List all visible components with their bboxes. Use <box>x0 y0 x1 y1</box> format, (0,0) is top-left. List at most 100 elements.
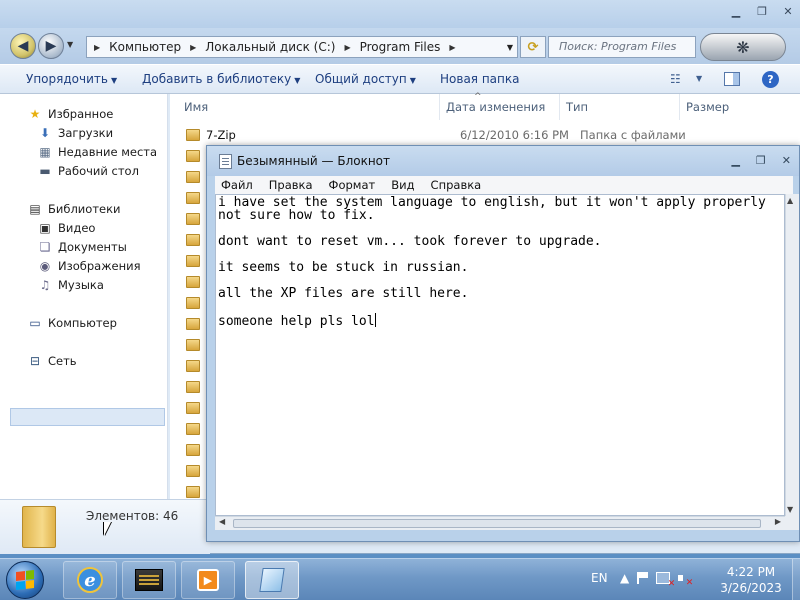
file-row[interactable] <box>186 463 200 479</box>
share-button[interactable]: Общий доступ ▼ <box>315 72 416 86</box>
menu-view[interactable]: Вид <box>391 178 414 192</box>
file-row[interactable] <box>186 190 200 206</box>
file-row[interactable] <box>186 358 200 374</box>
file-row[interactable] <box>186 379 200 395</box>
close-button[interactable]: ✕ <box>782 154 791 167</box>
help-icon[interactable]: ? <box>762 71 779 88</box>
refresh-button[interactable]: ⟳ <box>520 36 546 58</box>
folder-icon <box>186 318 200 330</box>
view-icon[interactable]: ☷ <box>670 72 681 86</box>
show-hidden-icons-icon[interactable]: ▲ <box>620 571 629 585</box>
add-to-library-button[interactable]: Добавить в библиотеку ▼ <box>142 72 300 86</box>
nav-desktop[interactable]: ▬ Рабочий стол <box>38 162 139 180</box>
show-desktop-button[interactable] <box>792 559 800 600</box>
notepad-text-area[interactable]: i have set the system language to englis… <box>215 194 785 516</box>
nav-computer[interactable]: ▭ Компьютер <box>28 314 117 332</box>
address-dropdown-icon[interactable]: ▼ <box>507 43 513 52</box>
menu-edit[interactable]: Правка <box>269 178 313 192</box>
scroll-up-icon[interactable]: ▲ <box>787 196 793 205</box>
nav-video[interactable]: ▣ Видео <box>38 219 95 237</box>
scroll-left-icon[interactable]: ◀ <box>219 517 225 526</box>
command-bar: Упорядочить ▼ Добавить в библиотеку ▼ Общи… <box>0 64 800 94</box>
breadcrumb-item[interactable]: Program Files <box>360 40 441 54</box>
breadcrumb-item[interactable]: Компьютер <box>109 40 181 54</box>
maximize-button[interactable]: ❐ <box>756 154 766 167</box>
clock-time: 4:22 PM <box>726 565 776 579</box>
menu-format[interactable]: Формат <box>329 178 376 192</box>
forward-button[interactable]: ▶ <box>38 33 64 59</box>
menu-help[interactable]: Справка <box>431 178 482 192</box>
file-row[interactable] <box>186 148 200 164</box>
file-row[interactable] <box>186 253 200 269</box>
share-label: Общий доступ <box>315 72 407 86</box>
column-header-size[interactable]: Размер <box>680 94 760 120</box>
notepad-titlebar[interactable]: Безымянный — Блокнот ▁ ❐ ✕ <box>207 146 799 176</box>
scroll-right-icon[interactable]: ▶ <box>775 517 781 526</box>
organize-button[interactable]: Упорядочить ▼ <box>26 72 117 86</box>
minimize-button[interactable]: ▁ <box>731 154 739 167</box>
file-row[interactable] <box>186 400 200 416</box>
column-header-type[interactable]: Тип <box>560 94 680 120</box>
volume-muted-icon[interactable] <box>678 572 693 588</box>
vertical-scrollbar[interactable]: ▲ ▼ <box>785 194 799 516</box>
minimize-button[interactable]: ▁ <box>730 6 742 18</box>
menu-file[interactable]: Файл <box>221 178 253 192</box>
nav-favorites[interactable]: ★ Избранное <box>28 105 114 123</box>
file-row[interactable] <box>186 442 200 458</box>
view-dropdown-icon[interactable]: ▼ <box>696 74 702 83</box>
close-button[interactable]: ✕ <box>782 6 794 18</box>
text-line: dont want to reset vm... took forever to… <box>218 234 602 249</box>
taskbar-internet-explorer[interactable]: e <box>63 561 117 599</box>
breadcrumb-item[interactable]: Локальный диск (C:) <box>205 40 335 54</box>
nav-documents[interactable]: ❏ Документы <box>38 238 127 256</box>
recent-pages-dropdown[interactable]: ▼ <box>67 40 73 49</box>
add-to-library-label: Добавить в библиотеку <box>142 72 292 86</box>
horizontal-scroll-thumb[interactable] <box>233 519 761 528</box>
horizontal-scrollbar[interactable]: ◀ ▶ <box>215 516 785 530</box>
breadcrumb-chevron-icon[interactable]: ▶ <box>449 43 455 52</box>
file-row[interactable] <box>186 421 200 437</box>
file-row[interactable] <box>186 232 200 248</box>
taskbar-notepad[interactable] <box>245 561 299 599</box>
nav-recent-label: Недавние места <box>58 145 158 159</box>
file-row[interactable] <box>186 484 200 500</box>
file-row[interactable] <box>186 274 200 290</box>
taskbar-explorer[interactable] <box>122 561 176 599</box>
nav-music[interactable]: ♫ Музыка <box>38 276 104 294</box>
scroll-down-icon[interactable]: ▼ <box>787 505 793 514</box>
nav-recent-places[interactable]: ▦ Недавние места <box>38 143 157 161</box>
back-button[interactable]: ◀ <box>10 33 36 59</box>
start-button[interactable] <box>6 561 44 599</box>
mouse-cursor-icon <box>104 522 111 536</box>
network-icon: ⊟ <box>29 353 41 368</box>
nav-downloads[interactable]: ⬇ Загрузки <box>38 124 113 142</box>
file-row[interactable]: 7-Zip 6/12/2010 6:16 PM Папка с файлами <box>186 127 786 143</box>
nav-pictures[interactable]: ◉ Изображения <box>38 257 141 275</box>
chevron-down-icon: ▼ <box>409 76 416 85</box>
preview-pane-icon[interactable] <box>724 72 740 86</box>
selected-highlight <box>10 408 165 426</box>
video-icon: ▣ <box>39 220 51 235</box>
nav-network[interactable]: ⊟ Сеть <box>28 352 77 370</box>
item-count: Элементов: 46 <box>86 509 179 523</box>
network-error-icon[interactable] <box>656 572 675 589</box>
breadcrumb-chevron-icon[interactable]: ▶ <box>344 43 350 52</box>
nav-libraries[interactable]: ▤ Библиотеки <box>28 200 120 218</box>
file-row[interactable] <box>186 211 200 227</box>
action-center-flag-icon[interactable] <box>637 572 649 584</box>
column-header-date[interactable]: Дата изменения <box>440 94 560 120</box>
maximize-button[interactable]: ❐ <box>756 6 768 18</box>
file-row[interactable] <box>186 337 200 353</box>
breadcrumb-root-chevron-icon[interactable]: ▶ <box>94 43 100 52</box>
address-bar[interactable]: ▶ Компьютер ▶ Локальный диск (C:) ▶ Prog… <box>86 36 518 58</box>
taskbar-media-player[interactable]: ▶ <box>181 561 235 599</box>
clock[interactable]: 4:22 PM 3/26/2023 <box>716 564 786 596</box>
language-indicator[interactable]: EN <box>591 571 608 585</box>
file-row[interactable] <box>186 295 200 311</box>
column-header-name[interactable]: Имя <box>178 94 440 120</box>
new-folder-button[interactable]: Новая папка <box>440 72 519 86</box>
search-input[interactable]: Поиск: Program Files <box>548 36 696 58</box>
file-row[interactable] <box>186 316 200 332</box>
breadcrumb-chevron-icon[interactable]: ▶ <box>190 43 196 52</box>
file-row[interactable] <box>186 169 200 185</box>
